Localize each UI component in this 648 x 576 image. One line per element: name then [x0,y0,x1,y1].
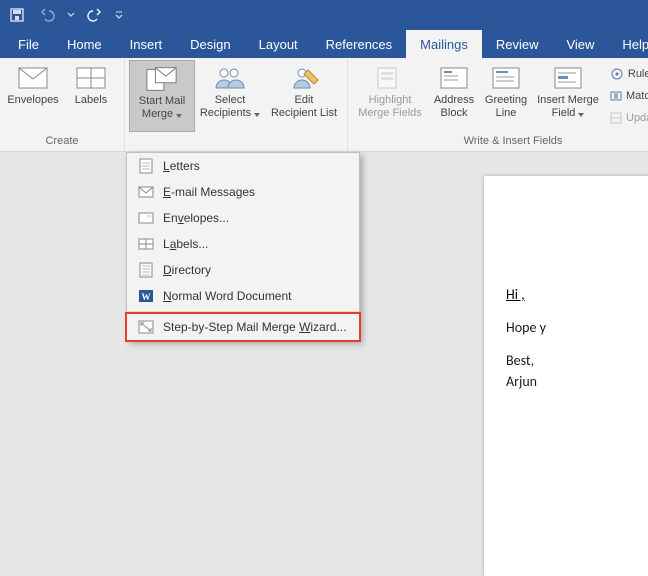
doc-body-line: Hope y [506,319,648,336]
ribbon-small-column: Rules Match Fi Update L [604,60,648,128]
ribbon-tabs: File Home Insert Design Layout Reference… [0,30,648,58]
tab-home[interactable]: Home [53,30,116,58]
labels-icon [75,64,107,92]
select-recipients-button[interactable]: Select Recipients [195,60,265,132]
envelopes-button[interactable]: Envelopes [4,60,62,132]
tab-help[interactable]: Help [608,30,648,58]
tab-references[interactable]: References [312,30,406,58]
doc-signature: Arjun [506,373,648,390]
menu-item-directory[interactable]: Directory [127,257,359,283]
envelope-icon [135,209,157,227]
chevron-down-icon [578,113,584,117]
email-icon [135,183,157,201]
highlight-label-1: Highlight [369,94,412,107]
tab-review[interactable]: Review [482,30,553,58]
undo-icon[interactable] [36,4,58,26]
match-fields-icon [610,89,622,103]
address-block-icon [438,64,470,92]
ribbon-mailings: Envelopes Labels Create Start Mail Merge [0,58,648,152]
menu-label: Directory [163,263,211,277]
tab-mailings[interactable]: Mailings [406,30,482,58]
start-mail-merge-button[interactable]: Start Mail Merge [129,60,195,132]
directory-icon [135,261,157,279]
svg-text:W: W [142,292,151,302]
ribbon-group-start-mail-merge: Start Mail Merge Select Recipients [125,58,348,151]
word-icon: W [135,287,157,305]
document-page[interactable]: Hi , Hope y Best, Arjun [484,176,648,576]
menu-item-envelopes[interactable]: Envelopes... [127,205,359,231]
insert-merge-field-icon [552,64,584,92]
greeting-label-1: Greeting [485,94,527,107]
letter-icon [135,157,157,175]
labels-label: Labels [75,94,107,107]
address-block-button[interactable]: Address Block [428,60,480,132]
envelope-icon [17,64,49,92]
start-mail-merge-icon [146,65,178,93]
rules-label: Rules [628,68,648,80]
tab-layout[interactable]: Layout [245,30,312,58]
labels-button[interactable]: Labels [62,60,120,132]
menu-label: Labels... [163,237,208,251]
update-labels-label: Update L [626,112,648,124]
group-label-write-insert: Write & Insert Fields [464,132,563,150]
update-labels-icon [610,111,622,125]
tab-file[interactable]: File [4,30,53,58]
qat-customize-chevron-icon[interactable] [114,4,124,26]
start-mail-merge-menu: Letters E-mail Messages Envelopes... Lab… [126,152,360,341]
ribbon-group-create: Envelopes Labels Create [0,58,125,151]
highlight-label-2: Merge Fields [358,107,422,120]
insert-merge-label-2: Field [552,107,576,120]
labels-icon [135,235,157,253]
envelopes-label: Envelopes [7,94,58,107]
menu-label: Step-by-Step Mail Merge Wizard... [163,320,346,334]
highlight-merge-fields-button: Highlight Merge Fields [352,60,428,132]
select-recipients-label-1: Select [215,94,246,107]
group-label-create: Create [45,132,78,150]
menu-item-letters[interactable]: Letters [127,153,359,179]
menu-label: Letters [163,159,200,173]
edit-recipient-list-button[interactable]: Edit Recipient List [265,60,343,132]
doc-closing: Best, [506,352,648,369]
address-label-2: Block [441,107,468,120]
edit-recipient-list-label-1: Edit [295,94,314,107]
tab-insert[interactable]: Insert [116,30,177,58]
wizard-icon [135,318,157,336]
menu-item-email-messages[interactable]: E-mail Messages [127,179,359,205]
match-fields-button[interactable]: Match Fi [610,86,648,106]
menu-label: Normal Word Document [163,289,292,303]
rules-button[interactable]: Rules [610,64,648,84]
menu-item-step-by-step-wizard[interactable]: Step-by-Step Mail Merge Wizard... [127,314,359,340]
ribbon-group-write-insert: Highlight Merge Fields Address Block Gre… [348,58,648,151]
greeting-line-button[interactable]: Greeting Line [480,60,532,132]
chevron-down-icon [254,113,260,117]
menu-item-labels[interactable]: Labels... [127,231,359,257]
highlight-icon [374,64,406,92]
quick-access-toolbar [0,0,648,30]
redo-icon[interactable] [84,4,106,26]
doc-greeting: Hi , [506,286,648,303]
greeting-label-2: Line [496,107,517,120]
insert-merge-field-button[interactable]: Insert Merge Field [532,60,604,132]
match-fields-label: Match Fi [626,90,648,102]
insert-merge-label-1: Insert Merge [537,94,599,107]
rules-icon [610,67,624,81]
edit-recipient-list-icon [288,64,320,92]
select-recipients-icon [214,64,246,92]
greeting-line-icon [490,64,522,92]
menu-item-normal-word-document[interactable]: W Normal Word Document [127,283,359,309]
select-recipients-label-2: Recipients [200,107,251,120]
tab-design[interactable]: Design [176,30,244,58]
chevron-down-icon [176,114,182,118]
tab-view[interactable]: View [552,30,608,58]
update-labels-button: Update L [610,108,648,128]
edit-recipient-list-label-2: Recipient List [271,107,337,120]
save-icon[interactable] [6,4,28,26]
address-label-1: Address [434,94,474,107]
qat-dropdown-chevron-icon[interactable] [66,4,76,26]
start-mail-merge-label-2: Merge [142,108,173,121]
start-mail-merge-label-1: Start Mail [139,95,185,108]
menu-label: E-mail Messages [163,185,255,199]
menu-separator [127,311,359,312]
menu-label: Envelopes... [163,211,229,225]
